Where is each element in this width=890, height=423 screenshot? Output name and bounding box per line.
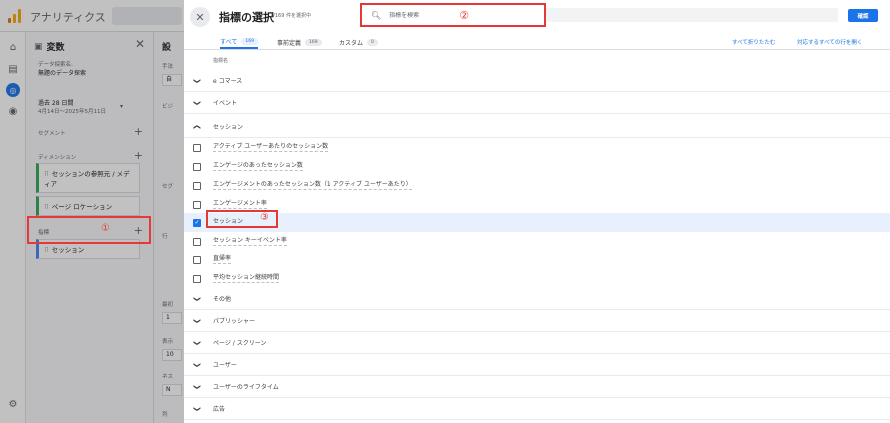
collapse-all-button[interactable]: すべて折りたたむ — [732, 38, 775, 46]
chevron-down-icon: ❯ — [192, 361, 201, 368]
annotation-box-metrics: ① — [27, 216, 151, 244]
metric-item-label: アクティブ ユーザーあたりのセッション数 — [213, 143, 329, 152]
chevron-down-icon: ❯ — [192, 339, 201, 346]
column-header: 指標名 — [213, 58, 229, 64]
category-label: その他 — [213, 296, 232, 303]
category-row-expanded[interactable]: ❮ セッション — [184, 116, 890, 138]
annotation-marker-2: ② — [459, 8, 470, 22]
annotation-box-session: ③ — [206, 210, 278, 228]
search-icon: 🔍︎ — [371, 10, 382, 20]
tab-label: 事前定義 — [277, 39, 302, 47]
tab-label: カスタム — [339, 39, 364, 47]
checkbox[interactable] — [193, 237, 201, 246]
expand-matching-button[interactable]: 対応するすべての行を開く — [797, 38, 862, 46]
metric-tabs: すべて 169 事前定義 169 カスタム 0 すべて折りたたむ 対応するすべて… — [184, 30, 890, 50]
category-label: ユーザーのライフタイム — [213, 384, 279, 391]
tab-count-badge: 0 — [367, 38, 378, 46]
category-row[interactable]: ❯ e コマース — [184, 70, 890, 92]
tab-predefined[interactable]: 事前定義 169 — [277, 35, 322, 49]
checkbox[interactable] — [193, 200, 201, 209]
checkbox[interactable] — [193, 274, 201, 283]
category-row[interactable]: ❯ イベント — [184, 92, 890, 114]
metric-item-row[interactable]: エンゲージメントのあったセッション数（1 アクティブ ユーザーあたり） — [184, 176, 890, 195]
checkbox[interactable] — [193, 162, 201, 171]
tab-count-badge: 169 — [305, 38, 322, 46]
metric-search-box[interactable]: 🔍︎ ② — [360, 3, 546, 27]
metric-item-row[interactable]: アクティブ ユーザーあたりのセッション数 — [184, 138, 890, 157]
selection-count: 1/169 件を選択中 — [270, 13, 311, 19]
confirm-button[interactable]: 確認 — [848, 9, 878, 22]
select-metrics-dialog: ✕ 指標の選択 1/169 件を選択中 🔍︎ ② 確認 すべて 169 事前定義… — [184, 0, 890, 423]
category-label: ユーザー — [213, 362, 237, 369]
chevron-down-icon: ❯ — [192, 383, 201, 390]
metric-item-label: エンゲージメントのあったセッション数（1 アクティブ ユーザーあたり） — [213, 181, 412, 190]
category-row[interactable]: ❯ ユーザー — [184, 354, 890, 376]
category-row[interactable]: ❯ ページ / スクリーン — [184, 332, 890, 354]
category-label: 広告 — [213, 406, 226, 413]
metric-search-input[interactable] — [389, 11, 460, 19]
category-row[interactable]: ❯ ユーザーのライフタイム — [184, 376, 890, 398]
chevron-down-icon: ❯ — [192, 295, 201, 302]
category-row[interactable]: ❯ その他 — [184, 288, 890, 310]
tab-label: すべて — [220, 38, 238, 46]
metric-item-label: エンゲージメント率 — [213, 200, 267, 209]
metric-item-row[interactable]: 直帰率 — [184, 250, 890, 269]
metric-item-row[interactable]: セッション キーイベント率 — [184, 232, 890, 251]
chevron-down-icon: ❯ — [192, 317, 201, 324]
checkbox-checked[interactable]: ✓ — [193, 218, 201, 227]
checkbox[interactable] — [193, 181, 201, 190]
annotation-marker-3: ③ — [260, 212, 269, 223]
tab-count-badge: 169 — [241, 37, 258, 45]
chevron-down-icon: ❯ — [192, 405, 201, 412]
metric-item-label: 平均セッション継続時間 — [213, 274, 280, 283]
metric-item-row-selected[interactable]: ✓ セッション — [184, 213, 890, 232]
chevron-down-icon: ❯ — [192, 99, 201, 106]
close-dialog-icon[interactable]: ✕ — [190, 7, 210, 27]
checkbox[interactable] — [193, 143, 201, 152]
metric-item-row[interactable]: エンゲージメント率 — [184, 195, 890, 214]
chevron-up-icon: ❮ — [192, 123, 201, 130]
category-row[interactable]: ❯ パブリッシャー — [184, 310, 890, 332]
tab-all[interactable]: すべて 169 — [220, 35, 258, 49]
metric-item-label: 直帰率 — [213, 255, 232, 264]
search-field-background[interactable] — [546, 8, 838, 22]
category-label: イベント — [213, 100, 238, 107]
metric-item-label: エンゲージのあったセッション数 — [213, 162, 303, 171]
annotation-marker-1: ① — [101, 223, 110, 234]
chevron-down-icon: ❯ — [192, 77, 201, 84]
dialog-title: 指標の選択 — [219, 11, 274, 24]
category-label: セッション — [213, 124, 244, 131]
category-label: パブリッシャー — [213, 318, 256, 325]
metric-item-label: セッション キーイベント率 — [213, 237, 287, 246]
category-label: e コマース — [213, 78, 243, 85]
checkbox[interactable] — [193, 255, 201, 264]
category-row[interactable]: ❯ 広告 — [184, 398, 890, 420]
metric-item-row[interactable]: 平均セッション継続時間 — [184, 269, 890, 288]
metric-item-row[interactable]: エンゲージのあったセッション数 — [184, 157, 890, 176]
category-label: ページ / スクリーン — [213, 340, 267, 347]
tab-custom[interactable]: カスタム 0 — [339, 35, 378, 49]
